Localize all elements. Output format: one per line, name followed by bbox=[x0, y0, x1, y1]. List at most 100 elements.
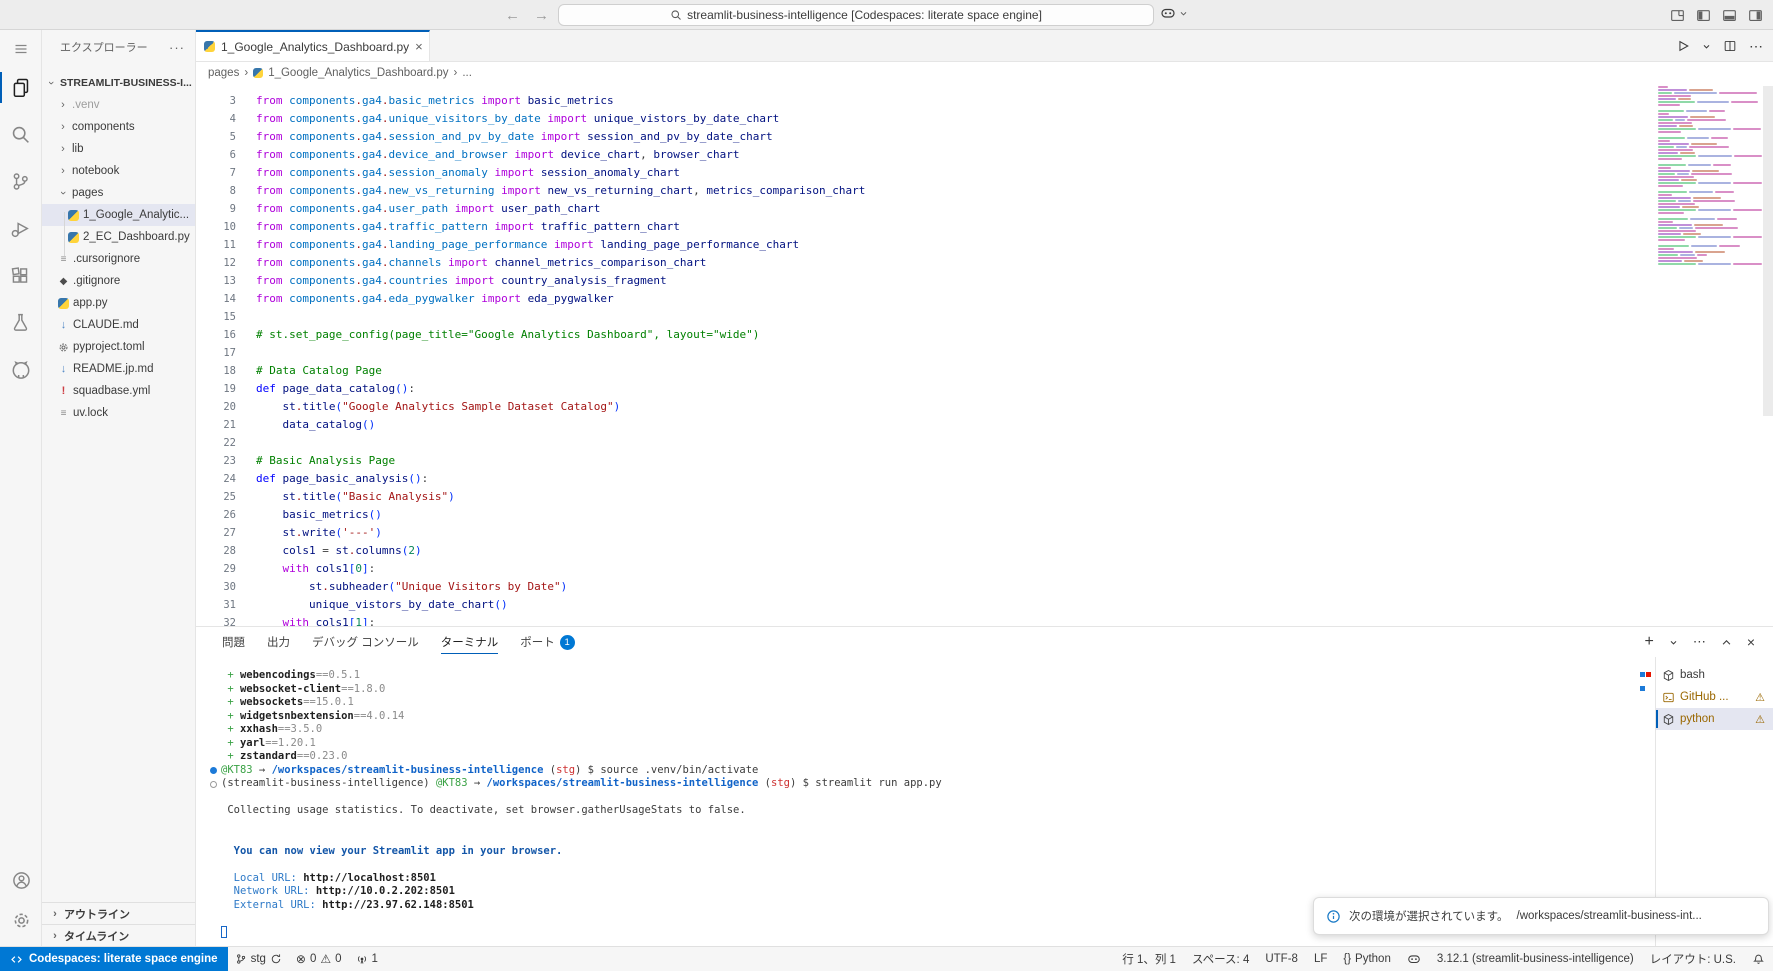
tree-item[interactable]: ›components bbox=[42, 116, 195, 138]
copilot-status[interactable] bbox=[1399, 947, 1429, 971]
breadcrumb-folder[interactable]: pages bbox=[208, 67, 239, 79]
toggle-primary-sidebar-icon[interactable] bbox=[1696, 8, 1711, 23]
tree-item[interactable]: ↓README.jp.md bbox=[42, 358, 195, 380]
terminal-list-item[interactable]: bash bbox=[1656, 664, 1773, 686]
code-line[interactable]: 13from components.ga4.countries import c… bbox=[196, 272, 1773, 290]
code-line[interactable]: 14from components.ga4.eda_pygwalker impo… bbox=[196, 290, 1773, 308]
python-interpreter[interactable]: 3.12.1 (streamlit-business-intelligence) bbox=[1429, 947, 1642, 971]
code-line[interactable]: 19def page_data_catalog(): bbox=[196, 380, 1773, 398]
terminal-list-item[interactable]: python⚠ bbox=[1656, 708, 1773, 730]
close-tab-icon[interactable]: × bbox=[415, 39, 423, 54]
history-forward-icon[interactable]: → bbox=[534, 7, 549, 24]
panel-tab[interactable]: 問題 bbox=[222, 627, 245, 657]
tree-item[interactable]: ›notebook bbox=[42, 160, 195, 182]
code-line[interactable]: 22 bbox=[196, 434, 1773, 452]
code-line[interactable]: 25 st.title("Basic Analysis") bbox=[196, 488, 1773, 506]
maximize-panel-icon[interactable] bbox=[1721, 637, 1732, 648]
tree-item[interactable]: ›.venv bbox=[42, 94, 195, 116]
code-line[interactable]: 8from components.ga4.new_vs_returning im… bbox=[196, 182, 1773, 200]
code-line[interactable]: 10from components.ga4.traffic_pattern im… bbox=[196, 218, 1773, 236]
github-icon[interactable] bbox=[0, 346, 42, 393]
editor-scrollbar[interactable] bbox=[1763, 86, 1773, 416]
code-line[interactable]: 20 st.title("Google Analytics Sample Dat… bbox=[196, 398, 1773, 416]
source-control-icon[interactable] bbox=[0, 158, 42, 205]
account-icon[interactable] bbox=[0, 860, 42, 900]
code-line[interactable]: 7from components.ga4.session_anomaly imp… bbox=[196, 164, 1773, 182]
editor-more-actions-icon[interactable]: ⋯ bbox=[1749, 38, 1763, 55]
minimap[interactable] bbox=[1658, 86, 1762, 266]
panel-more-actions-icon[interactable]: ⋯ bbox=[1693, 634, 1706, 650]
search-icon[interactable] bbox=[0, 111, 42, 158]
panel-tab[interactable]: ポート1 bbox=[520, 627, 575, 657]
tree-item[interactable]: ›STREAMLIT-BUSINESS-I... bbox=[42, 72, 195, 94]
indentation[interactable]: スペース: 4 bbox=[1184, 947, 1257, 971]
code-line[interactable]: 28 cols1 = st.columns(2) bbox=[196, 542, 1773, 560]
tree-item[interactable]: pyproject.toml bbox=[42, 336, 195, 358]
code-line[interactable]: 21 data_catalog() bbox=[196, 416, 1773, 434]
explorer-more-actions-icon[interactable]: ··· bbox=[169, 40, 185, 55]
keyboard-layout[interactable]: レイアウト: U.S. bbox=[1642, 947, 1744, 971]
terminal-dropdown-icon[interactable] bbox=[1669, 638, 1678, 647]
tree-item[interactable]: app.py bbox=[42, 292, 195, 314]
explorer-icon[interactable] bbox=[0, 64, 42, 111]
command-decoration-icon[interactable] bbox=[210, 767, 217, 774]
code-line[interactable]: 18# Data Catalog Page bbox=[196, 362, 1773, 380]
sidebar-section[interactable]: ›タイムライン bbox=[42, 924, 195, 946]
eol-sequence[interactable]: LF bbox=[1306, 947, 1335, 971]
command-decoration-icon[interactable] bbox=[210, 781, 217, 788]
close-panel-icon[interactable]: × bbox=[1747, 634, 1755, 650]
run-dropdown-icon[interactable] bbox=[1702, 42, 1711, 51]
cursor-position[interactable]: 行 1、列 1 bbox=[1114, 947, 1184, 971]
code-line[interactable]: 23# Basic Analysis Page bbox=[196, 452, 1773, 470]
terminal-list-item[interactable]: GitHub ...⚠ bbox=[1656, 686, 1773, 708]
notification-toast[interactable]: 次の環境が選択されています。 /workspaces/streamlit-bus… bbox=[1313, 897, 1769, 935]
code-line[interactable]: 5from components.ga4.session_and_pv_by_d… bbox=[196, 128, 1773, 146]
breadcrumb-file[interactable]: 1_Google_Analytics_Dashboard.py bbox=[268, 67, 448, 79]
code-line[interactable]: 30 st.subheader("Unique Visitors by Date… bbox=[196, 578, 1773, 596]
code-line[interactable]: 11from components.ga4.landing_page_perfo… bbox=[196, 236, 1773, 254]
breadcrumb-symbol[interactable]: ... bbox=[462, 67, 472, 79]
sidebar-section[interactable]: ›アウトライン bbox=[42, 902, 195, 924]
toggle-panel-icon[interactable] bbox=[1722, 8, 1737, 23]
tab-google-analytics-dashboard[interactable]: 1_Google_Analytics_Dashboard.py × bbox=[196, 30, 430, 61]
code-line[interactable]: 27 st.write('---') bbox=[196, 524, 1773, 542]
problems-status[interactable]: ⊗ 0 ⚠ 0 bbox=[289, 947, 349, 971]
code-line[interactable]: 29 with cols1[0]: bbox=[196, 560, 1773, 578]
tree-item[interactable]: ↓CLAUDE.md bbox=[42, 314, 195, 336]
split-editor-icon[interactable] bbox=[1723, 39, 1737, 53]
language-mode[interactable]: {} Python bbox=[1335, 947, 1399, 971]
breadcrumb[interactable]: pages › 1_Google_Analytics_Dashboard.py … bbox=[196, 62, 1773, 84]
new-terminal-icon[interactable]: + bbox=[1644, 633, 1653, 651]
panel-tab[interactable]: ターミナル bbox=[441, 627, 499, 657]
code-line[interactable]: 17 bbox=[196, 344, 1773, 362]
tree-item[interactable]: ≡uv.lock bbox=[42, 402, 195, 424]
settings-gear-icon[interactable] bbox=[0, 900, 42, 940]
code-line[interactable]: 31 unique_vistors_by_date_chart() bbox=[196, 596, 1773, 614]
code-line[interactable]: 3from components.ga4.basic_metrics impor… bbox=[196, 92, 1773, 110]
panel-tab[interactable]: 出力 bbox=[267, 627, 290, 657]
forwarded-ports-status[interactable]: 1 bbox=[349, 947, 385, 971]
panel-tab[interactable]: デバッグ コンソール bbox=[312, 627, 419, 657]
history-back-icon[interactable]: ← bbox=[505, 7, 520, 24]
copilot-menu[interactable] bbox=[1160, 5, 1188, 21]
encoding[interactable]: UTF-8 bbox=[1257, 947, 1306, 971]
customize-layout-icon[interactable] bbox=[1670, 8, 1685, 23]
tree-item[interactable]: ›pages bbox=[42, 182, 195, 204]
menu-icon[interactable] bbox=[0, 34, 42, 64]
run-debug-icon[interactable] bbox=[0, 205, 42, 252]
code-line[interactable]: 26 basic_metrics() bbox=[196, 506, 1773, 524]
code-editor[interactable]: 3from components.ga4.basic_metrics impor… bbox=[196, 84, 1773, 626]
code-line[interactable]: 15 bbox=[196, 308, 1773, 326]
toggle-secondary-sidebar-icon[interactable] bbox=[1748, 8, 1763, 23]
code-line[interactable]: 9from components.ga4.user_path import us… bbox=[196, 200, 1773, 218]
notifications-bell-icon[interactable] bbox=[1744, 947, 1773, 971]
tree-item[interactable]: ›lib bbox=[42, 138, 195, 160]
code-line[interactable]: 6from components.ga4.device_and_browser … bbox=[196, 146, 1773, 164]
code-line[interactable]: 16# st.set_page_config(page_title="Googl… bbox=[196, 326, 1773, 344]
run-python-file-icon[interactable] bbox=[1676, 39, 1690, 53]
code-line[interactable]: 24def page_basic_analysis(): bbox=[196, 470, 1773, 488]
tree-item[interactable]: !squadbase.yml bbox=[42, 380, 195, 402]
extensions-icon[interactable] bbox=[0, 252, 42, 299]
command-center-search[interactable]: streamlit-business-intelligence [Codespa… bbox=[558, 4, 1154, 26]
code-line[interactable]: 32 with cols1[1]: bbox=[196, 614, 1773, 626]
